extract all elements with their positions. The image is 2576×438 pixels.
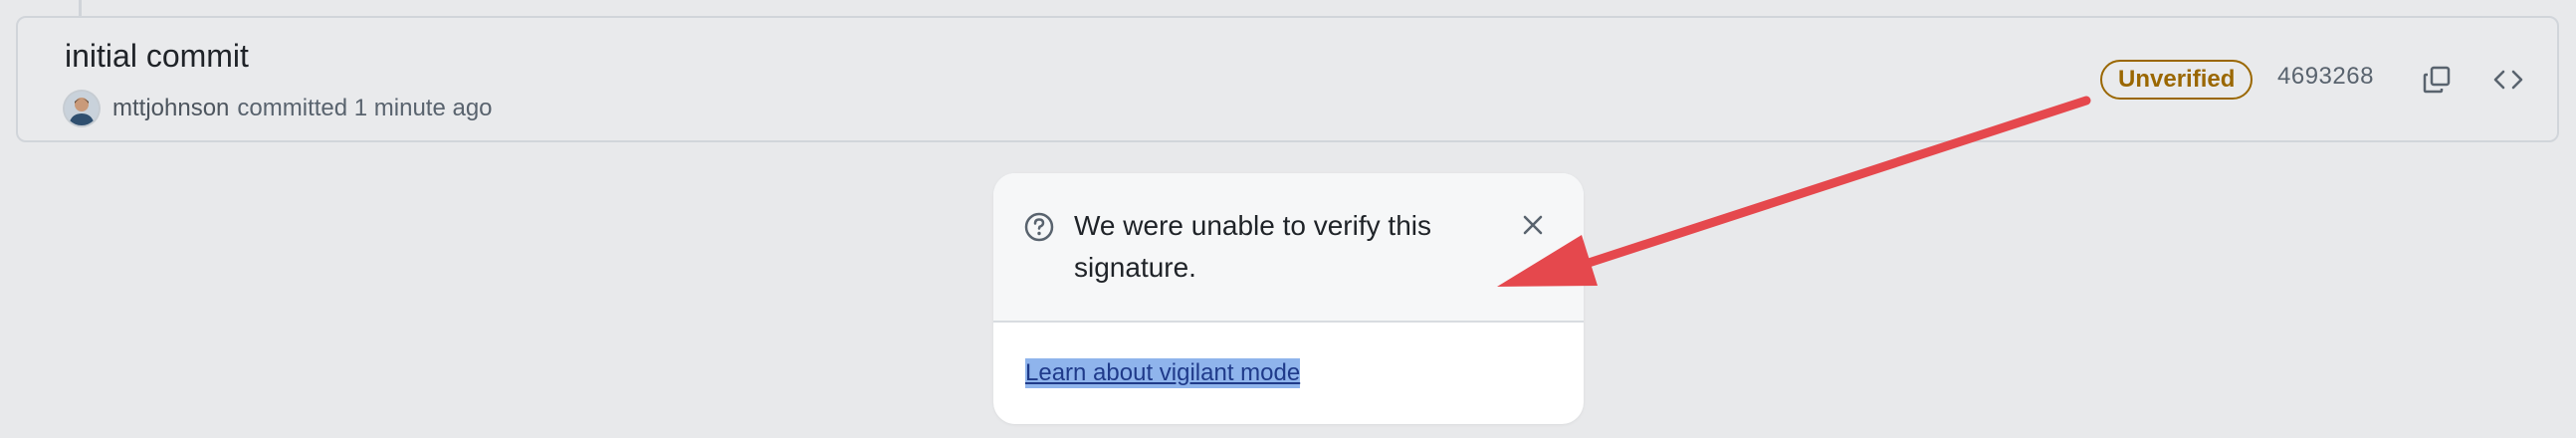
learn-vigilant-mode-link[interactable]: Learn about vigilant mode (1025, 358, 1301, 388)
question-circle-icon (1024, 212, 1054, 242)
unverified-badge[interactable]: Unverified (2100, 60, 2254, 100)
copy-icon (2423, 66, 2451, 94)
commit-row: initial commit mttjohnson committed 1 mi… (16, 16, 2559, 142)
commit-meta: mttjohnson committed 1 minute ago (65, 90, 493, 127)
signature-popover: We were unable to verify this signature.… (993, 173, 1584, 424)
copy-sha-button[interactable] (2413, 56, 2461, 104)
commit-sha[interactable]: 4693268 (2277, 63, 2374, 91)
timeline-line (79, 0, 82, 16)
popover-header: We were unable to verify this signature. (993, 173, 1584, 323)
author-link[interactable]: mttjohnson (112, 95, 229, 122)
popover-message: We were unable to verify this signature. (1074, 210, 1431, 283)
browse-code-button[interactable] (2484, 56, 2532, 104)
close-popover-button[interactable] (1515, 207, 1551, 243)
code-brackets-icon (2493, 70, 2523, 90)
close-icon (1523, 215, 1543, 235)
avatar[interactable] (65, 92, 99, 125)
commit-time: committed 1 minute ago (237, 95, 493, 121)
commit-title[interactable]: initial commit (65, 38, 249, 75)
